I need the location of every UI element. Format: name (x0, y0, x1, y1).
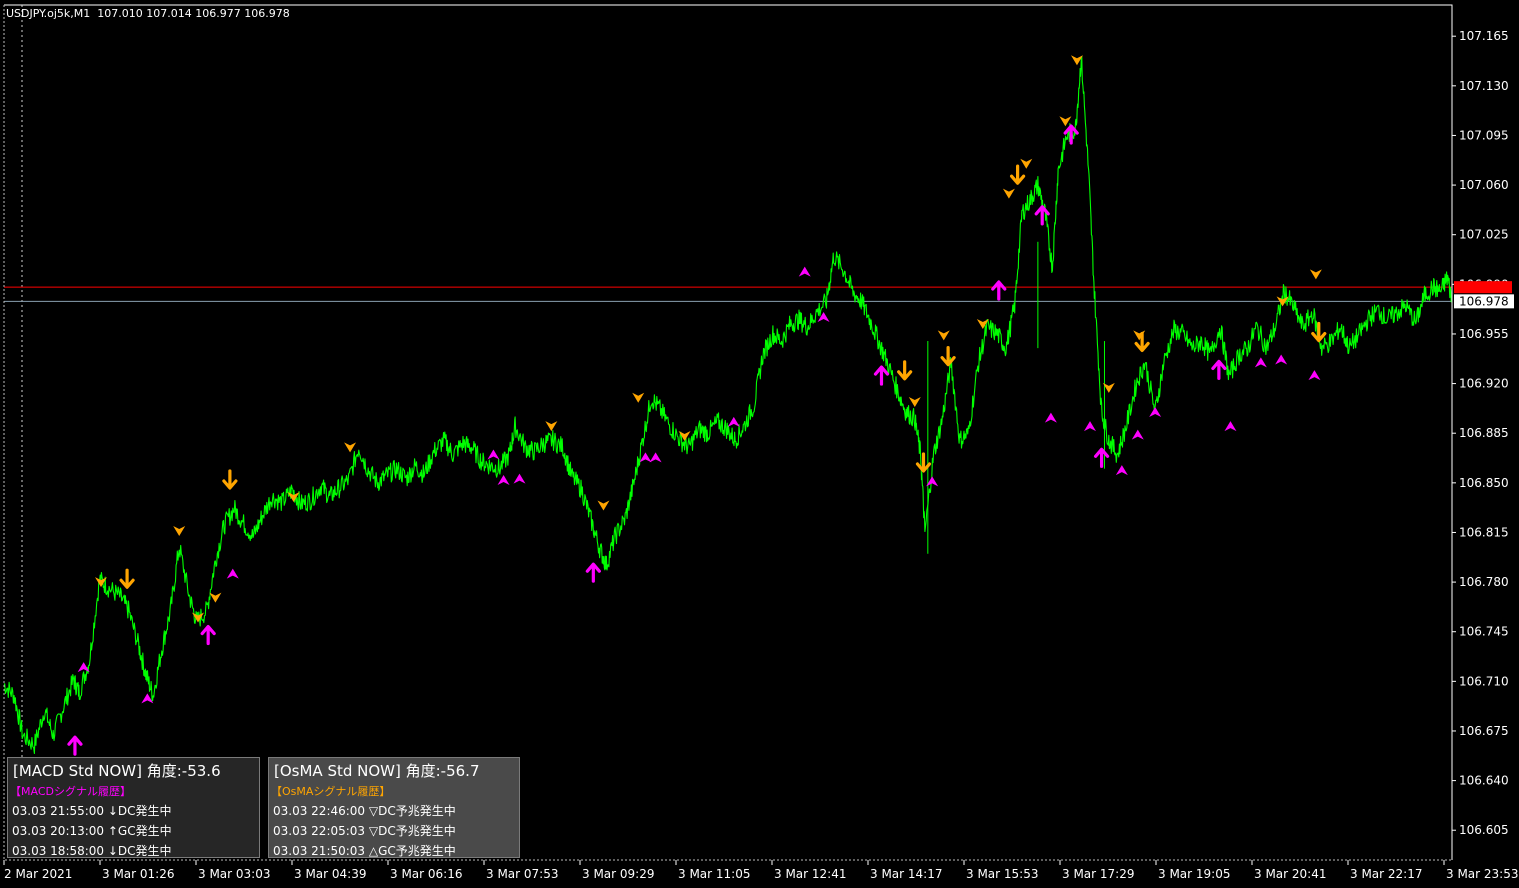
y-tick-label: 106.815 (1459, 525, 1509, 539)
macd-panel: [MACD Std NOW] 角度:-53.6 【MACDシグナル履歴】 03.… (7, 757, 260, 858)
macd-history-row: 03.03 21:55:00 ↓DC発生中 (12, 804, 172, 818)
x-tick-label: 3 Mar 04:39 (294, 867, 367, 881)
ohlc-label: 107.010 107.014 106.977 106.978 (97, 7, 290, 20)
y-tick-label: 107.025 (1459, 228, 1509, 242)
y-tick-label: 106.955 (1459, 327, 1509, 341)
y-tick-label: 106.640 (1459, 774, 1509, 788)
y-tick-label: 106.675 (1459, 724, 1509, 738)
osma-history-row: 03.03 22:46:00 ▽DC予兆発生中 (273, 804, 456, 818)
y-tick-label: 107.060 (1459, 178, 1509, 192)
x-tick-label: 3 Mar 11:05 (678, 867, 751, 881)
macd-panel-title: [MACD Std NOW] 角度:-53.6 (13, 762, 221, 780)
chart-header: USDJPY.oj5k,M1 107.010 107.014 106.977 1… (6, 7, 290, 20)
x-tick-label: 3 Mar 17:29 (1062, 867, 1135, 881)
x-tick-label: 3 Mar 22:17 (1350, 867, 1423, 881)
macd-history-row: 03.03 20:13:00 ↑GC発生中 (12, 824, 172, 838)
y-tick-label: 107.095 (1459, 128, 1509, 142)
symbol-label: USDJPY.oj5k,M1 (6, 7, 91, 20)
chart-background (0, 0, 1519, 888)
x-tick-label: 3 Mar 23:53 (1446, 867, 1519, 881)
osma-history-label: 【OsMAシグナル履歴】 (271, 785, 391, 798)
x-tick-label: 3 Mar 01:26 (102, 867, 175, 881)
x-tick-label: 3 Mar 12:41 (774, 867, 847, 881)
x-tick-label: 3 Mar 03:03 (198, 867, 271, 881)
y-tick-label: 106.605 (1459, 823, 1509, 837)
osma-panel-title: [OsMA Std NOW] 角度:-56.7 (274, 762, 480, 780)
y-tick-label: 107.130 (1459, 79, 1509, 93)
x-tick-label: 3 Mar 09:29 (582, 867, 655, 881)
x-tick-label: 3 Mar 07:53 (486, 867, 559, 881)
osma-history-row: 03.03 21:50:03 △GC予兆発生中 (273, 844, 456, 858)
y-tick-label: 106.850 (1459, 476, 1509, 490)
osma-history-row: 03.03 22:05:03 ▽DC予兆発生中 (273, 824, 456, 838)
y-tick-label: 106.920 (1459, 377, 1509, 391)
y-tick-label: 106.745 (1459, 625, 1509, 639)
y-tick-label: 106.885 (1459, 426, 1509, 440)
x-tick-label: 3 Mar 14:17 (870, 867, 943, 881)
x-tick-label: 3 Mar 20:41 (1254, 867, 1327, 881)
osma-panel: [OsMA Std NOW] 角度:-56.7 【OsMAシグナル履歴】 03.… (268, 757, 520, 858)
y-tick-label: 106.710 (1459, 674, 1509, 688)
x-tick-label: 3 Mar 06:16 (390, 867, 463, 881)
price-chart[interactable]: 107.165 107.130 107.095 107.060 107.025 106.9… (0, 0, 1519, 888)
current-price-label: 106.978 (1459, 294, 1509, 308)
y-tick-label: 106.780 (1459, 575, 1509, 589)
y-tick-label: 107.165 (1459, 29, 1509, 43)
macd-history-row: 03.03 18:58:00 ↓DC発生中 (12, 844, 172, 858)
macd-history-label: 【MACDシグナル履歴】 (10, 785, 131, 798)
bid-price-box (1454, 281, 1512, 294)
x-tick-label: 2 Mar 2021 (4, 867, 72, 881)
x-tick-label: 3 Mar 15:53 (966, 867, 1039, 881)
x-tick-label: 3 Mar 19:05 (1158, 867, 1231, 881)
